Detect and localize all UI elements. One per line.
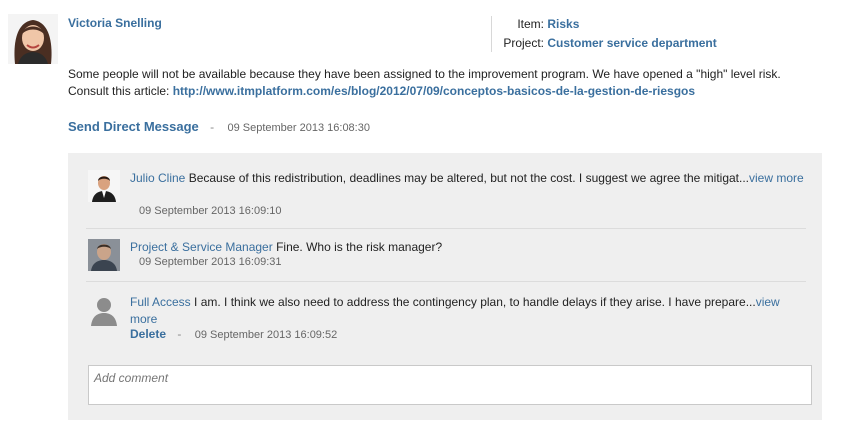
comment-body: Full Access I am. I think we also need t… <box>130 294 810 328</box>
comments-panel: Julio Cline Because of this redistributi… <box>68 153 822 420</box>
commenter-avatar <box>88 239 120 271</box>
comment-text: Because of this redistribution, deadline… <box>185 171 750 185</box>
comment-timestamp: 09 September 2013 16:09:31 <box>139 256 282 268</box>
item-meta: Item: Risks <box>495 17 579 31</box>
item-link[interactable]: Risks <box>547 17 579 31</box>
comment-divider <box>86 281 806 282</box>
default-avatar-icon <box>88 294 120 326</box>
comment-timestamp: 09 September 2013 16:09:10 <box>139 205 282 217</box>
comment-text: I am. I think we also need to address th… <box>190 295 756 309</box>
author-avatar <box>8 14 58 64</box>
add-comment-input[interactable] <box>88 365 812 405</box>
post-author-link[interactable]: Victoria Snelling <box>68 16 162 30</box>
meta-divider <box>491 16 492 52</box>
commenter-avatar <box>88 170 120 202</box>
comment-timestamp: 09 September 2013 16:09:52 <box>194 329 338 341</box>
delete-comment-button[interactable]: Delete <box>130 327 166 341</box>
comment-body: Project & Service Manager Fine. Who is t… <box>130 239 810 256</box>
comment-body: Julio Cline Because of this redistributi… <box>130 170 810 187</box>
item-label: Item: <box>517 17 544 31</box>
project-link[interactable]: Customer service department <box>547 36 716 50</box>
comment-text: Fine. Who is the risk manager? <box>272 240 443 254</box>
post-actions: Send Direct Message - 09 September 2013 … <box>68 119 370 134</box>
comment-author-link[interactable]: Julio Cline <box>130 171 185 185</box>
project-label: Project: <box>503 36 544 50</box>
comment-author-link[interactable]: Full Access <box>130 295 191 309</box>
view-more-link[interactable]: view more <box>749 171 804 185</box>
article-link[interactable]: http://www.itmplatform.com/es/blog/2012/… <box>173 84 695 98</box>
comment-actions: Delete - 09 September 2013 16:09:52 <box>130 327 337 341</box>
post-body: Some people will not be available becaus… <box>68 66 828 100</box>
send-direct-message-button[interactable]: Send Direct Message <box>68 119 199 134</box>
separator: - <box>210 120 215 134</box>
comment-author-link[interactable]: Project & Service Manager <box>130 240 273 254</box>
separator: - <box>177 327 182 341</box>
post-text-line1: Some people will not be available becaus… <box>68 67 781 81</box>
project-meta: Project: Customer service department <box>495 36 716 50</box>
post-timestamp: 09 September 2013 16:08:30 <box>227 122 370 134</box>
post-text-line2: Consult this article: <box>68 84 173 98</box>
comment-divider <box>86 228 806 229</box>
